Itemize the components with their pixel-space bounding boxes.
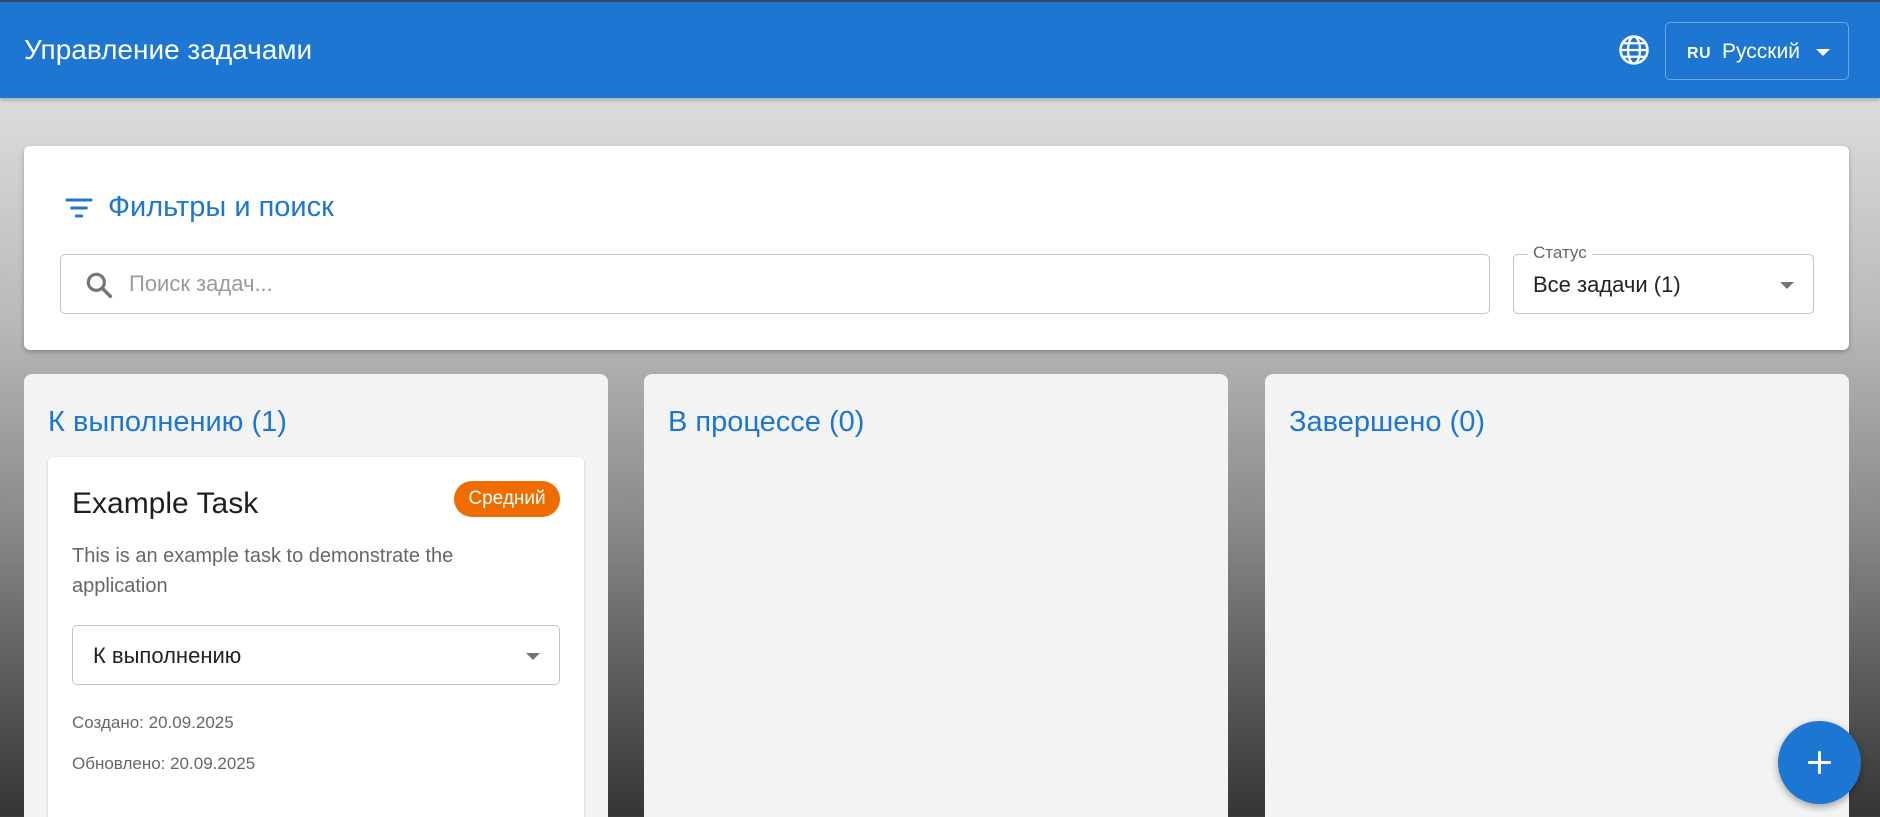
app-bar: Управление задачами RU Русский xyxy=(0,0,1880,98)
task-status-select[interactable]: К выполнению xyxy=(72,625,560,685)
task-updated-date: Обновлено: 20.09.2025 xyxy=(72,754,256,773)
filters-panel: Фильтры и поиск Статус Все задачи (1) xyxy=(24,146,1849,350)
chevron-down-icon xyxy=(1780,282,1794,289)
column-title: В процессе (0) xyxy=(668,406,865,438)
globe-icon[interactable] xyxy=(1617,33,1651,67)
plus-icon xyxy=(1807,750,1832,775)
chevron-down-icon xyxy=(1816,49,1830,56)
status-filter-select[interactable]: Статус Все задачи (1) xyxy=(1513,243,1814,314)
priority-badge: Средний xyxy=(454,481,560,517)
language-code: RU xyxy=(1687,45,1712,62)
task-created-date: Создано: 20.09.2025 xyxy=(72,713,234,732)
chevron-down-icon xyxy=(526,653,540,660)
column-title: Завершено (0) xyxy=(1289,406,1486,438)
add-task-button[interactable] xyxy=(1778,721,1861,804)
task-title: Example Task xyxy=(72,487,259,520)
language-select[interactable]: RU Русский xyxy=(1665,22,1849,80)
search-icon xyxy=(86,272,113,299)
task-status-value: К выполнению xyxy=(93,643,242,668)
column-in-progress: В процессе (0) xyxy=(644,374,1228,817)
search-box[interactable] xyxy=(60,254,1490,314)
task-description: This is an example task to demonstrate t… xyxy=(72,545,454,597)
column-title: К выполнению (1) xyxy=(48,406,287,438)
column-done: Завершено (0) xyxy=(1265,374,1849,817)
filter-icon xyxy=(65,198,93,218)
column-todo: К выполнению (1) Example Task Средний Th… xyxy=(24,374,608,817)
language-label: Русский xyxy=(1722,40,1800,63)
status-filter-value: Все задачи (1) xyxy=(1533,272,1681,297)
status-filter-label: Статус xyxy=(1528,243,1592,263)
app-title: Управление задачами xyxy=(24,34,313,65)
task-card[interactable]: Example Task Средний This is an example … xyxy=(48,457,584,817)
search-input[interactable] xyxy=(129,265,1469,303)
filters-title: Фильтры и поиск xyxy=(108,191,334,223)
